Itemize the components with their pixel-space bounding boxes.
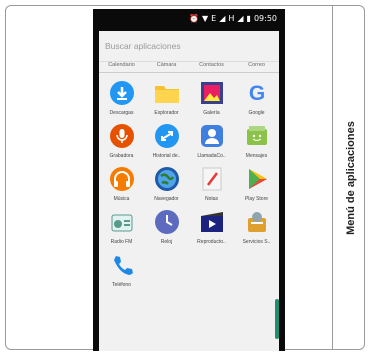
- app-label: LlamadaCo..: [197, 153, 226, 159]
- app-grabadora[interactable]: Grabadora: [99, 123, 144, 159]
- clock-icon: [154, 209, 180, 235]
- signal-icon-2: ◢: [237, 13, 244, 23]
- app-label: Play Store: [244, 196, 269, 202]
- app-servicios[interactable]: Servicios S..: [234, 209, 279, 245]
- side-label: Menú de aplicaciones: [345, 121, 357, 235]
- app-reloj[interactable]: Reloj: [144, 209, 189, 245]
- download-icon: [109, 80, 135, 106]
- app-label: Reloj: [160, 239, 173, 245]
- status-bar: ⏰ ▼ E ◢ H ◢ ▮ 09:50: [93, 9, 285, 27]
- notes-icon: [199, 166, 225, 192]
- video-player-icon: [199, 209, 225, 235]
- divider: [332, 5, 333, 350]
- partial-app-row: Calendario Cámara Contactos Correo: [99, 62, 279, 73]
- app-label: Teléfono: [112, 282, 131, 288]
- alarm-icon: ⏰: [189, 13, 199, 23]
- app-notas[interactable]: Notas: [189, 166, 234, 202]
- app-play-store[interactable]: Play Store: [234, 166, 279, 202]
- clock-time: 09:50: [253, 13, 277, 23]
- app-label: Servicios S..: [242, 239, 271, 245]
- google-icon: G: [244, 80, 270, 106]
- battery-icon: ▮: [246, 13, 251, 23]
- folder-icon: [154, 80, 180, 106]
- signal-icon: ◢: [219, 13, 226, 23]
- carrier-label: E: [211, 13, 217, 23]
- app-mensajes[interactable]: Mensajes: [234, 123, 279, 159]
- app-label: Google: [248, 110, 265, 116]
- microphone-icon: [109, 123, 135, 149]
- app-label[interactable]: Cámara: [144, 62, 189, 72]
- app-llamadaco[interactable]: LlamadaCo..: [189, 123, 234, 159]
- gallery-icon: [199, 80, 225, 106]
- scrollbar-thumb[interactable]: [275, 299, 279, 339]
- app-label: Reproducto..: [197, 239, 226, 245]
- app-label: Grabadora: [109, 153, 134, 159]
- app-label: Radio FM: [110, 239, 133, 245]
- phone-screenshot: ⏰ ▼ E ◢ H ◢ ▮ 09:50 Buscar aplicaciones …: [93, 9, 285, 351]
- app-label: Navegador: [154, 196, 179, 202]
- app-historial[interactable]: Historial de..: [144, 123, 189, 159]
- app-label[interactable]: Correo: [234, 62, 279, 72]
- sim-services-icon: [244, 209, 270, 235]
- app-label: Música: [113, 196, 130, 202]
- app-google[interactable]: G Google: [234, 80, 279, 116]
- app-galeria[interactable]: Galería: [189, 80, 234, 116]
- app-reproductor[interactable]: Reproducto..: [189, 209, 234, 245]
- headphones-icon: [109, 166, 135, 192]
- app-label: Explorador: [154, 110, 179, 116]
- phone-icon: [109, 252, 135, 278]
- conference-call-icon: [199, 123, 225, 149]
- app-label: Galería: [203, 110, 220, 116]
- call-history-icon: [154, 123, 180, 149]
- svg-text:G: G: [248, 82, 264, 105]
- app-explorador[interactable]: Explorador: [144, 80, 189, 116]
- messages-icon: [244, 123, 270, 149]
- app-drawer: Buscar aplicaciones Calendario Cámara Co…: [99, 31, 279, 351]
- radio-icon: [109, 209, 135, 235]
- app-label: Historial de..: [152, 153, 181, 159]
- app-telefono[interactable]: Teléfono: [99, 252, 144, 288]
- wifi-icon: ▼: [201, 13, 209, 23]
- app-label[interactable]: Contactos: [189, 62, 234, 72]
- app-label: Descargas: [109, 110, 134, 116]
- app-musica[interactable]: Música: [99, 166, 144, 202]
- app-radio-fm[interactable]: Radio FM: [99, 209, 144, 245]
- app-descargas[interactable]: Descargas: [99, 80, 144, 116]
- globe-icon: [154, 166, 180, 192]
- app-grid: Descargas Explorador Galería G Google Gr…: [99, 73, 279, 288]
- play-store-icon: [244, 166, 270, 192]
- app-label: Mensajes: [245, 153, 268, 159]
- search-input[interactable]: Buscar aplicaciones: [99, 31, 279, 62]
- app-label: Notas: [204, 196, 219, 202]
- network-label: H: [228, 13, 235, 23]
- app-navegador[interactable]: Navegador: [144, 166, 189, 202]
- app-label[interactable]: Calendario: [99, 62, 144, 72]
